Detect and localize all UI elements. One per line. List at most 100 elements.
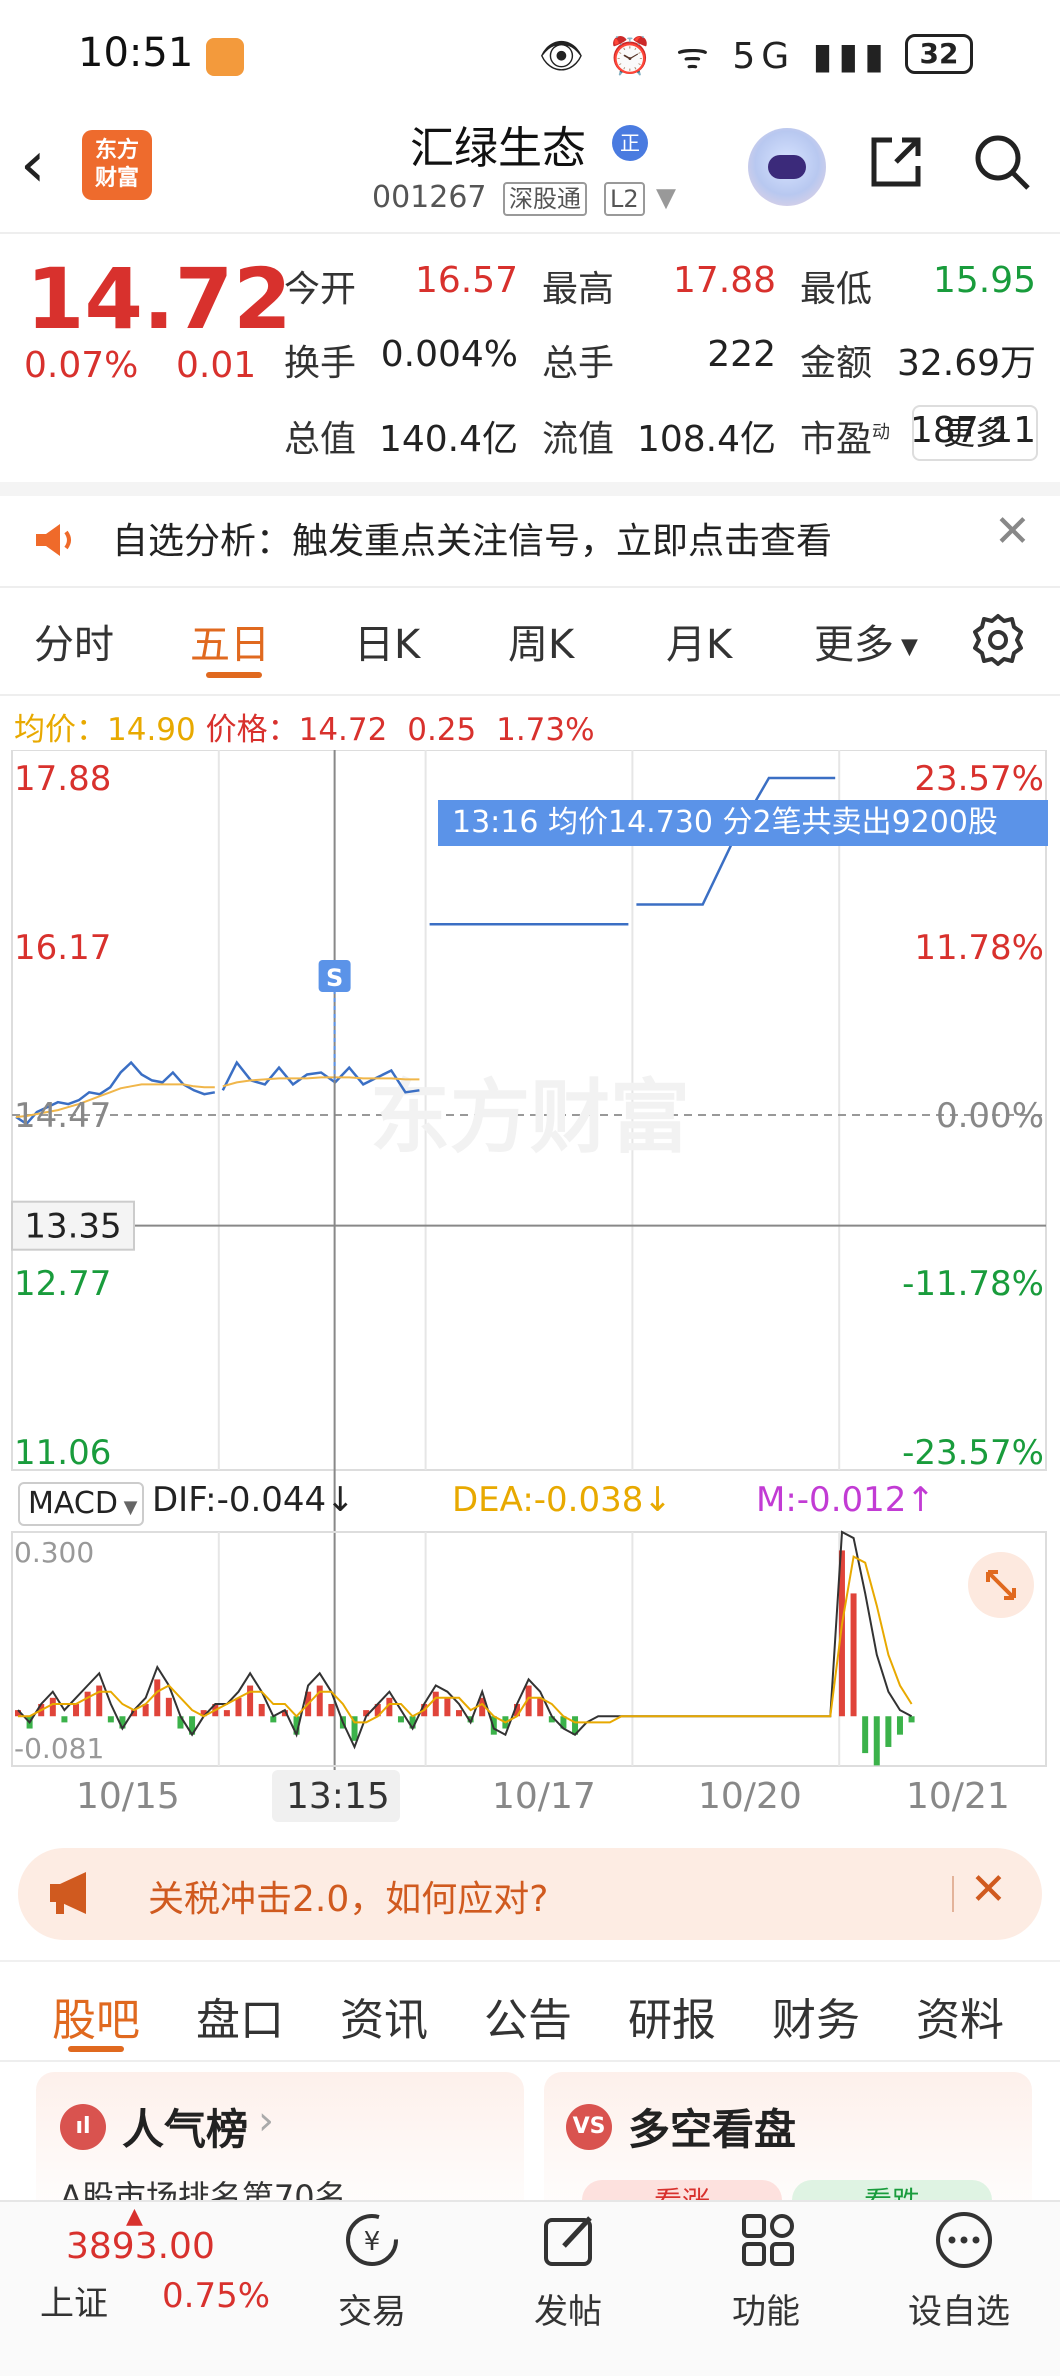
chevron-down-icon[interactable]: ▼ xyxy=(656,183,676,213)
shenzhen-connect-tag: 深股通 xyxy=(503,182,587,216)
macd-bar xyxy=(862,1716,869,1754)
tab-daily-k[interactable]: 日K xyxy=(354,612,420,670)
speaker-icon xyxy=(36,524,71,556)
x-axis-label: 10/15 xyxy=(76,1776,180,1817)
last-price: 14.72 xyxy=(26,250,292,348)
caret-down-icon: ▼ xyxy=(894,634,918,660)
promo-text[interactable]: 关税冲击2.0，如何应对? xyxy=(148,1870,548,1922)
quote-label: 今开 xyxy=(284,269,357,310)
tab-announcements[interactable]: 公告 xyxy=(484,1984,572,2048)
trade-tooltip: 13:16 均价14.730 分2笔共卖出9200股 xyxy=(438,800,1048,846)
macd-bar xyxy=(107,1716,114,1723)
macd-bar xyxy=(247,1685,254,1717)
macd-bottom-label: -0.081 xyxy=(14,1732,104,1765)
y-axis-left-label: 11.06 xyxy=(14,1433,111,1473)
macd-bar xyxy=(223,1710,230,1717)
macd-bar xyxy=(49,1697,56,1717)
indicator-selector[interactable]: MACD ▼ xyxy=(18,1482,144,1526)
index-value[interactable]: 3893.00 xyxy=(66,2226,215,2267)
x-axis-label: 10/17 xyxy=(492,1776,596,1817)
ranking-icon: ıl xyxy=(60,2104,106,2150)
logo-text-1: 东方 xyxy=(94,138,139,163)
y-axis-left-label: 17.88 xyxy=(14,759,111,799)
y-axis-left-label: 14.47 xyxy=(14,1096,111,1136)
quote-label-sup: 动 xyxy=(872,422,891,443)
price-info-line: 均价：14.90 价格：14.72 0.25 1.73% xyxy=(14,704,595,749)
tab-profile[interactable]: 资料 xyxy=(916,1984,1004,2048)
more-options-icon[interactable] xyxy=(932,2208,996,2272)
quote-label: 总值 xyxy=(284,419,357,460)
stock-code[interactable]: 001267 xyxy=(372,180,487,215)
nav-post[interactable]: 发帖 xyxy=(534,2284,602,2333)
section-divider xyxy=(0,482,1060,496)
popularity-title[interactable]: 人气榜 xyxy=(122,2096,248,2157)
five-day-chart[interactable]: 东方财富 17.88 16.17 14.47 12.77 11.06 23.57% 11.78… xyxy=(0,750,1060,1790)
close-icon[interactable]: ✕ xyxy=(970,1864,1007,1915)
quote-label: 总手 xyxy=(542,343,615,384)
crosshair-price-label: 13.35 xyxy=(24,1207,121,1247)
change-amount: 0.01 xyxy=(176,345,257,386)
tab-more-label: 更多 xyxy=(814,622,894,668)
change-percent: 0.07% xyxy=(24,345,139,386)
x-axis-label: 13:15 xyxy=(286,1776,390,1817)
tab-news[interactable]: 资讯 xyxy=(340,1984,428,2048)
nav-add-watchlist[interactable]: 设自选 xyxy=(908,2284,1010,2333)
divider xyxy=(0,2060,1060,2062)
quote-label: 市盈动 xyxy=(800,419,891,460)
macd-bar xyxy=(397,1716,404,1723)
macd-top-label: 0.300 xyxy=(14,1536,94,1569)
divider xyxy=(952,1876,954,1912)
functions-icon[interactable] xyxy=(736,2208,800,2272)
tab-pankou[interactable]: 盘口 xyxy=(196,1984,284,2048)
macd-bar xyxy=(444,1697,451,1717)
tab-weekly-k[interactable]: 周K xyxy=(508,612,574,670)
y-axis-right-label: 0.00% xyxy=(936,1096,1044,1136)
app-logo: 东方 财富 xyxy=(82,130,152,200)
versus-icon: VS xyxy=(566,2104,612,2150)
notice-text[interactable]: 自选分析：触发重点关注信号，立即点击查看 xyxy=(112,512,832,564)
price-value: 14.72 xyxy=(298,712,388,748)
divider xyxy=(0,694,1060,696)
nav-trade[interactable]: 交易 xyxy=(338,2284,406,2333)
macd-bar xyxy=(537,1697,544,1717)
macd-bar xyxy=(873,1716,880,1766)
tab-research[interactable]: 研报 xyxy=(628,1984,716,2048)
quote-label: 流值 xyxy=(542,419,615,460)
share-icon[interactable] xyxy=(866,132,926,192)
macd-bar xyxy=(316,1685,323,1717)
price-change: 0.25 xyxy=(407,712,477,748)
caret-down-icon: ▼ xyxy=(117,1497,138,1518)
bull-bear-title[interactable]: 多空看盘 xyxy=(628,2096,796,2157)
close-icon[interactable]: ✕ xyxy=(994,506,1031,557)
macd-bar xyxy=(61,1716,68,1723)
stock-badge: 正 xyxy=(612,125,648,161)
macd-bar xyxy=(258,1703,265,1717)
nav-functions[interactable]: 功能 xyxy=(732,2284,800,2333)
tab-guba[interactable]: 股吧 xyxy=(52,1984,140,2048)
index-name[interactable]: 上证 xyxy=(40,2276,108,2325)
search-icon[interactable] xyxy=(970,130,1034,194)
tab-five-day[interactable]: 五日 xyxy=(190,612,270,670)
quote-value: 108.4亿 xyxy=(636,419,776,460)
price-change-percent: 1.73% xyxy=(496,712,595,748)
divider xyxy=(0,1960,1060,1962)
tab-monthly-k[interactable]: 月K xyxy=(666,612,732,670)
tab-intraday[interactable]: 分时 xyxy=(34,612,114,670)
megaphone-icon xyxy=(50,1872,86,1914)
expand-icon[interactable] xyxy=(968,1552,1034,1618)
tab-finance[interactable]: 财务 xyxy=(772,1984,860,2048)
trade-icon[interactable]: ¥ xyxy=(340,2208,404,2272)
x-axis-label: 10/20 xyxy=(698,1776,802,1817)
active-tab-indicator xyxy=(68,2046,124,2052)
gear-icon[interactable] xyxy=(970,612,1026,668)
compose-icon[interactable] xyxy=(538,2208,602,2272)
quote-value: 140.4亿 xyxy=(378,419,518,460)
back-button[interactable]: ‹ xyxy=(20,130,70,200)
quote-label: 最高 xyxy=(542,269,615,310)
status-bar: 10:51 👁 ⏰ ᯤ 5G ▮▮▮ 32 xyxy=(0,0,1060,110)
tab-more[interactable]: 更多 ▼ xyxy=(814,612,918,670)
watermark: 东方财富 xyxy=(370,1071,690,1164)
more-quote-button[interactable]: 更多 xyxy=(912,405,1038,461)
battery-icon: 32 xyxy=(905,34,973,74)
sell-marker-label: S xyxy=(326,964,343,992)
